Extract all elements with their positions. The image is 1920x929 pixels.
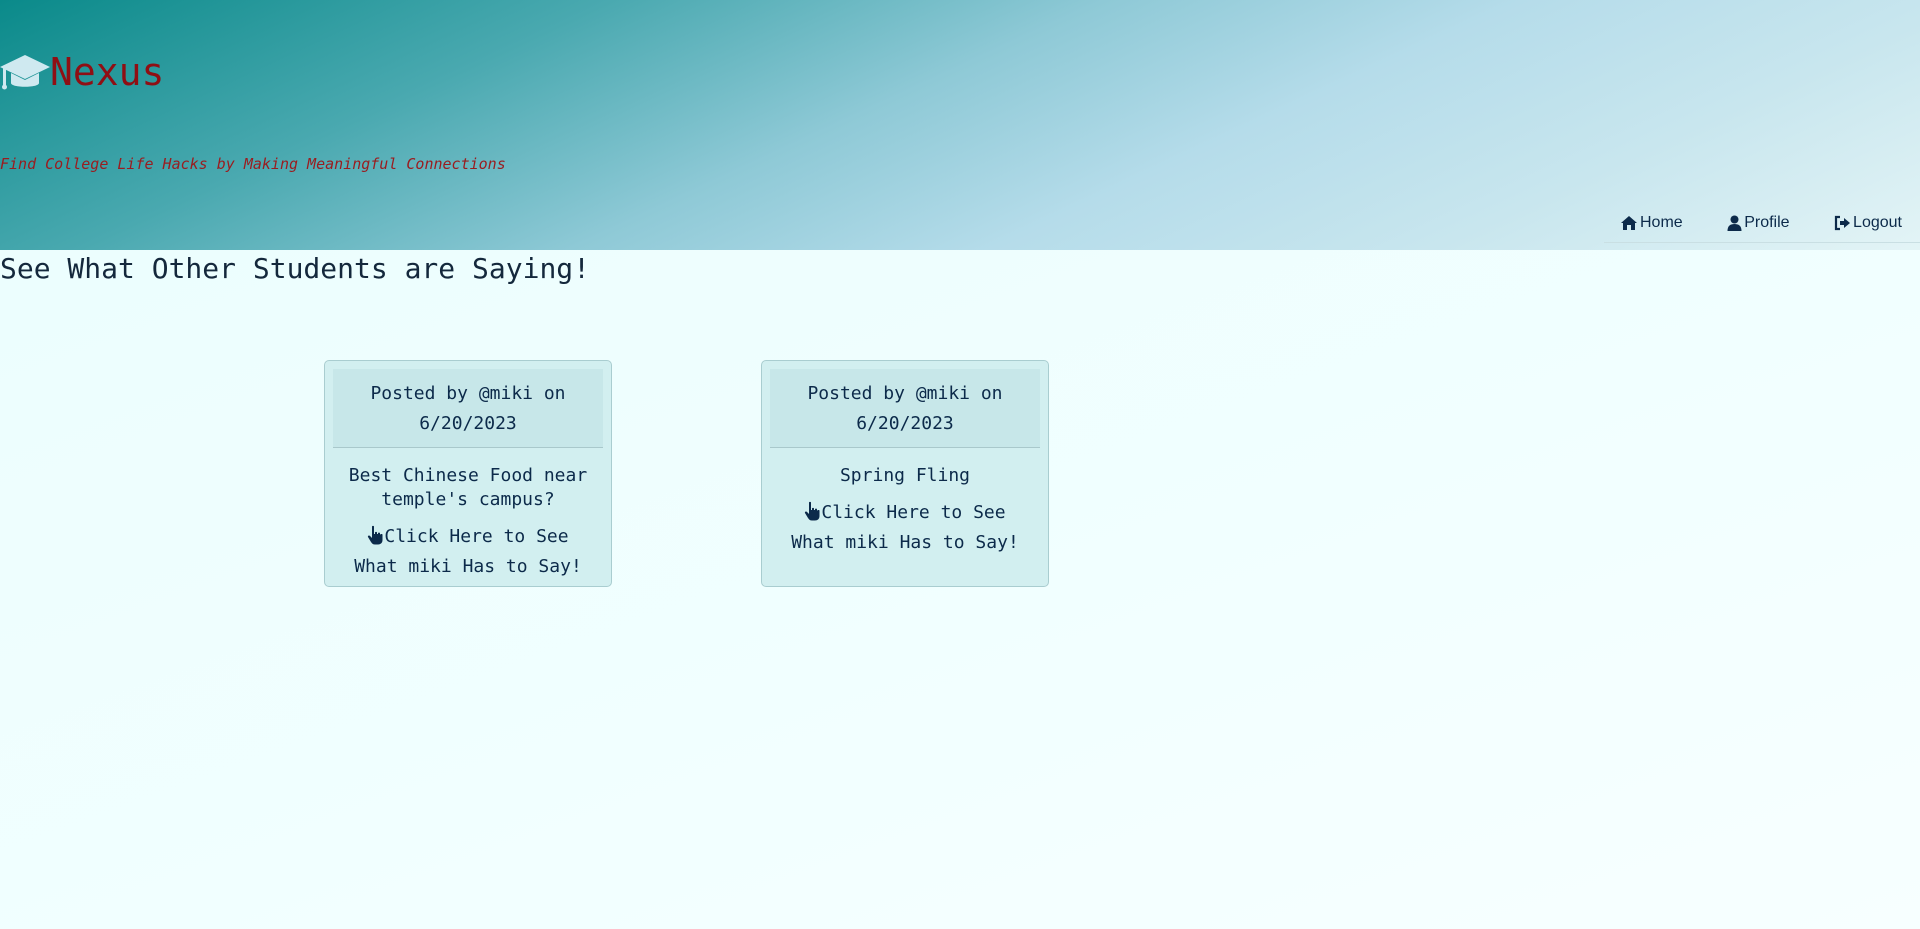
user-icon bbox=[1727, 215, 1742, 231]
post-card-header: Posted by @miki on 6/20/2023 bbox=[770, 369, 1040, 448]
post-date: 6/20/2023 bbox=[856, 413, 954, 434]
post-detail-link[interactable]: Click Here to See What miki Has to Say! bbox=[780, 498, 1030, 558]
main-nav: Home Profile Logout bbox=[1604, 203, 1920, 243]
home-icon bbox=[1620, 215, 1638, 231]
nav-logout-link[interactable]: Logout bbox=[1834, 214, 1902, 232]
nav-profile-link[interactable]: Profile bbox=[1727, 213, 1790, 232]
site-header: Nexus Find College Life Hacks by Making … bbox=[0, 0, 1920, 250]
brand-title: Nexus bbox=[50, 50, 165, 94]
post-card: Posted by @miki on 6/20/2023 Best Chines… bbox=[324, 360, 612, 587]
post-card: Posted by @miki on 6/20/2023 Spring Flin… bbox=[761, 360, 1049, 587]
nav-home-label: Home bbox=[1640, 213, 1683, 231]
pointing-hand-icon bbox=[367, 525, 384, 545]
nav-logout-label: Logout bbox=[1853, 213, 1902, 231]
post-author: Posted by @miki on bbox=[370, 383, 566, 404]
post-card-body: Best Chinese Food near temple's campus? … bbox=[333, 448, 603, 582]
post-title: Spring Fling bbox=[839, 465, 971, 486]
pointing-hand-icon bbox=[804, 501, 821, 521]
graduation-cap-icon bbox=[0, 51, 50, 93]
post-date: 6/20/2023 bbox=[419, 413, 517, 434]
post-card-body: Spring Fling Click Here to See What miki… bbox=[770, 448, 1040, 558]
post-card-header: Posted by @miki on 6/20/2023 bbox=[333, 369, 603, 448]
page-title: See What Other Students are Saying! bbox=[0, 252, 591, 285]
tagline: Find College Life Hacks by Making Meanin… bbox=[0, 155, 506, 173]
post-detail-link[interactable]: Click Here to See What miki Has to Say! bbox=[343, 522, 593, 582]
brand[interactable]: Nexus bbox=[0, 48, 164, 96]
logout-icon bbox=[1834, 215, 1851, 231]
post-detail-label: Click Here to See What miki Has to Say! bbox=[791, 502, 1019, 553]
post-author: Posted by @miki on bbox=[807, 383, 1003, 404]
nav-profile-label: Profile bbox=[1744, 213, 1790, 231]
nav-home-link[interactable]: Home bbox=[1620, 214, 1683, 232]
post-title: Best Chinese Food near temple's campus? bbox=[348, 465, 588, 510]
post-detail-label: Click Here to See What miki Has to Say! bbox=[354, 526, 582, 577]
